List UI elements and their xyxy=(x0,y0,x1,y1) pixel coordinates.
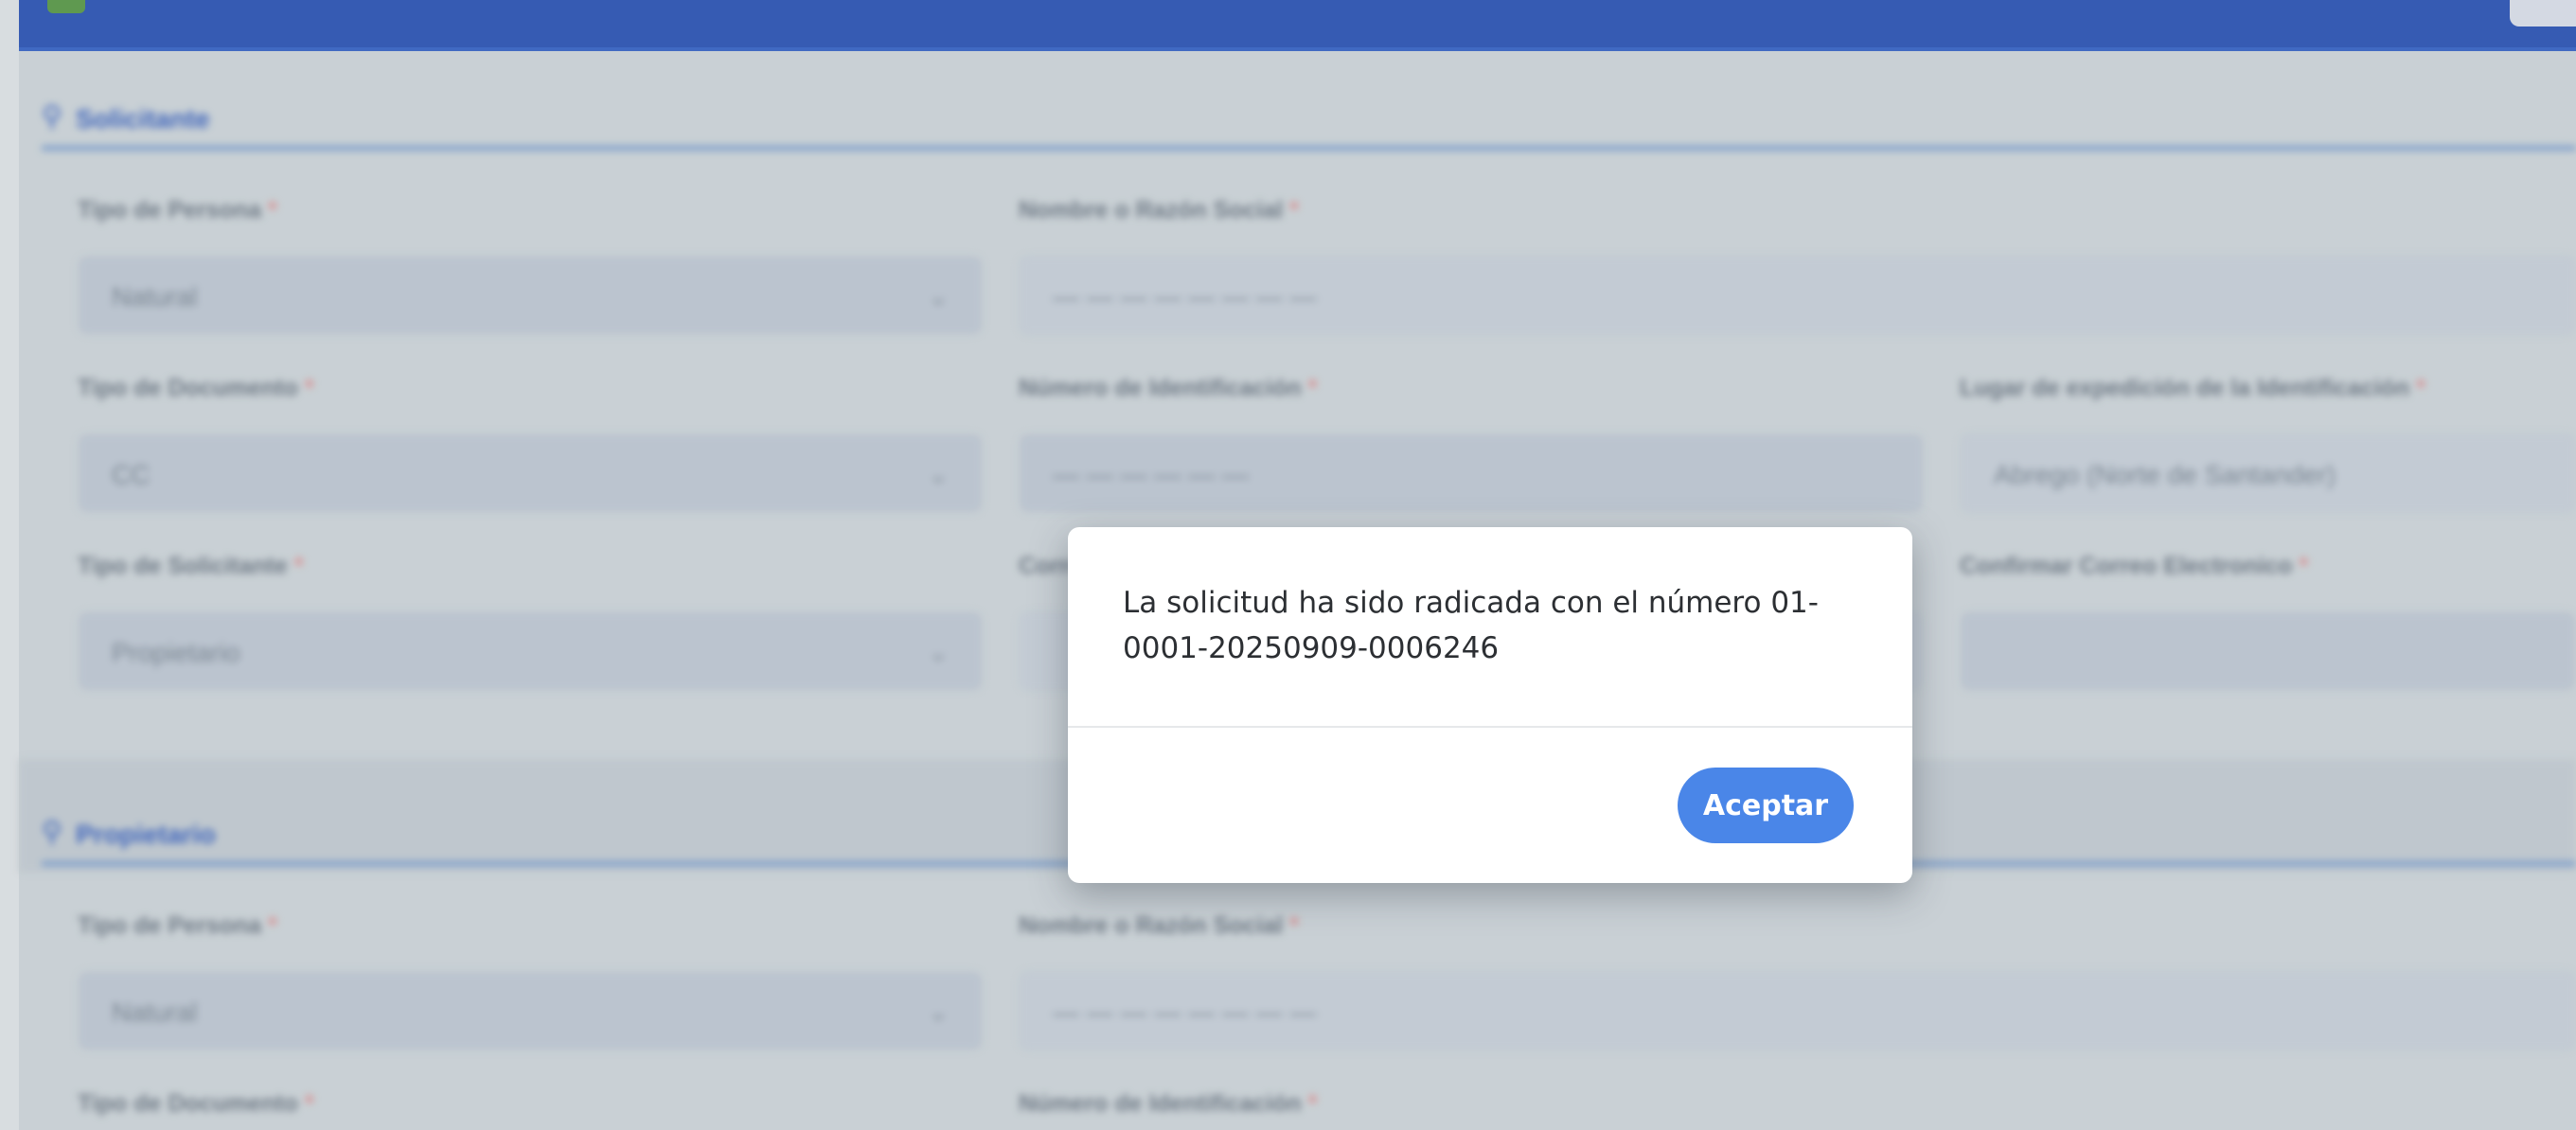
dialog-message: La solicitud ha sido radicada con el núm… xyxy=(1123,586,1819,665)
aceptar-button[interactable]: Aceptar xyxy=(1678,768,1854,843)
page: ⚲ Solicitante Tipo de Persona * Natural … xyxy=(0,0,2576,1130)
confirmation-dialog: La solicitud ha sido radicada con el núm… xyxy=(1068,527,1912,883)
dialog-divider xyxy=(1068,726,1912,728)
